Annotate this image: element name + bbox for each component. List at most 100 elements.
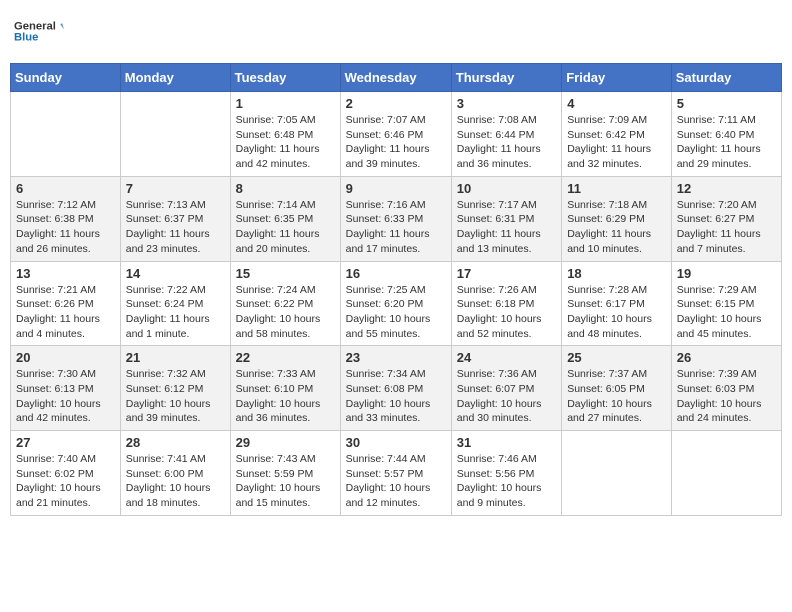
day-info: Sunrise: 7:33 AM Sunset: 6:10 PM Dayligh… [236,367,335,426]
logo: General Blue [14,10,64,55]
day-info: Sunrise: 7:21 AM Sunset: 6:26 PM Dayligh… [16,283,115,342]
day-info: Sunrise: 7:26 AM Sunset: 6:18 PM Dayligh… [457,283,556,342]
day-number: 9 [346,181,446,196]
day-number: 2 [346,96,446,111]
day-number: 17 [457,266,556,281]
day-info: Sunrise: 7:44 AM Sunset: 5:57 PM Dayligh… [346,452,446,511]
day-info: Sunrise: 7:46 AM Sunset: 5:56 PM Dayligh… [457,452,556,511]
calendar-body: 1 Sunrise: 7:05 AM Sunset: 6:48 PM Daylig… [11,92,782,516]
weekday-header-cell: Monday [120,64,230,92]
day-number: 30 [346,435,446,450]
day-number: 21 [126,350,225,365]
calendar-week-row: 27Sunrise: 7:40 AM Sunset: 6:02 PM Dayli… [11,431,782,516]
day-number: 31 [457,435,556,450]
day-info: Sunrise: 7:08 AM Sunset: 6:44 PM Dayligh… [457,113,556,172]
calendar-day-cell: 6 Sunrise: 7:12 AM Sunset: 6:38 PM Daylig… [11,176,121,261]
svg-text:Blue: Blue [14,32,38,44]
calendar-day-cell: 12Sunrise: 7:20 AM Sunset: 6:27 PM Dayli… [671,176,781,261]
day-info: Sunrise: 7:09 AM Sunset: 6:42 PM Dayligh… [567,113,666,172]
day-number: 14 [126,266,225,281]
day-info: Sunrise: 7:12 AM Sunset: 6:38 PM Dayligh… [16,198,115,257]
calendar-week-row: 1 Sunrise: 7:05 AM Sunset: 6:48 PM Daylig… [11,92,782,177]
day-number: 23 [346,350,446,365]
day-info: Sunrise: 7:14 AM Sunset: 6:35 PM Dayligh… [236,198,335,257]
weekday-header-cell: Saturday [671,64,781,92]
day-info: Sunrise: 7:39 AM Sunset: 6:03 PM Dayligh… [677,367,776,426]
calendar-day-cell: 19 Sunrise: 7:29 AM Sunset: 6:15 PM Dayli… [671,261,781,346]
day-info: Sunrise: 7:11 AM Sunset: 6:40 PM Dayligh… [677,113,776,172]
day-number: 6 [16,181,115,196]
day-info: Sunrise: 7:30 AM Sunset: 6:13 PM Dayligh… [16,367,115,426]
day-number: 24 [457,350,556,365]
day-info: Sunrise: 7:37 AM Sunset: 6:05 PM Dayligh… [567,367,666,426]
calendar-day-cell: 30 Sunrise: 7:44 AM Sunset: 5:57 PM Dayli… [340,431,451,516]
calendar-week-row: 13 Sunrise: 7:21 AM Sunset: 6:26 PM Dayli… [11,261,782,346]
weekday-header-row: SundayMondayTuesdayWednesdayThursdayFrid… [11,64,782,92]
day-number: 22 [236,350,335,365]
day-info: Sunrise: 7:40 AM Sunset: 6:02 PM Dayligh… [16,452,115,511]
day-number: 15 [236,266,335,281]
calendar-day-cell: 20 Sunrise: 7:30 AM Sunset: 6:13 PM Dayli… [11,346,121,431]
day-number: 3 [457,96,556,111]
calendar-day-cell: 1 Sunrise: 7:05 AM Sunset: 6:48 PM Daylig… [230,92,340,177]
calendar-week-row: 20 Sunrise: 7:30 AM Sunset: 6:13 PM Dayli… [11,346,782,431]
day-number: 5 [677,96,776,111]
day-number: 18 [567,266,666,281]
calendar-day-cell: 22 Sunrise: 7:33 AM Sunset: 6:10 PM Dayli… [230,346,340,431]
calendar-day-cell: 2 Sunrise: 7:07 AM Sunset: 6:46 PM Daylig… [340,92,451,177]
weekday-header-cell: Tuesday [230,64,340,92]
logo-svg: General Blue [14,10,64,55]
day-info: Sunrise: 7:16 AM Sunset: 6:33 PM Dayligh… [346,198,446,257]
day-number: 25 [567,350,666,365]
calendar-day-cell: 13 Sunrise: 7:21 AM Sunset: 6:26 PM Dayli… [11,261,121,346]
day-info: Sunrise: 7:41 AM Sunset: 6:00 PM Dayligh… [126,452,225,511]
calendar-day-cell [562,431,672,516]
weekday-header-cell: Wednesday [340,64,451,92]
calendar-day-cell: 28 Sunrise: 7:41 AM Sunset: 6:00 PM Dayli… [120,431,230,516]
day-number: 13 [16,266,115,281]
day-info: Sunrise: 7:36 AM Sunset: 6:07 PM Dayligh… [457,367,556,426]
calendar-day-cell: 16Sunrise: 7:25 AM Sunset: 6:20 PM Dayli… [340,261,451,346]
day-number: 19 [677,266,776,281]
day-number: 7 [126,181,225,196]
calendar-day-cell: 29 Sunrise: 7:43 AM Sunset: 5:59 PM Dayli… [230,431,340,516]
calendar-day-cell: 4 Sunrise: 7:09 AM Sunset: 6:42 PM Daylig… [562,92,672,177]
calendar-day-cell: 17 Sunrise: 7:26 AM Sunset: 6:18 PM Dayli… [451,261,561,346]
calendar-week-row: 6 Sunrise: 7:12 AM Sunset: 6:38 PM Daylig… [11,176,782,261]
calendar-day-cell: 11Sunrise: 7:18 AM Sunset: 6:29 PM Dayli… [562,176,672,261]
calendar-day-cell: 26 Sunrise: 7:39 AM Sunset: 6:03 PM Dayli… [671,346,781,431]
weekday-header-cell: Thursday [451,64,561,92]
calendar-day-cell: 14 Sunrise: 7:22 AM Sunset: 6:24 PM Dayli… [120,261,230,346]
day-info: Sunrise: 7:22 AM Sunset: 6:24 PM Dayligh… [126,283,225,342]
weekday-header-cell: Sunday [11,64,121,92]
calendar-day-cell: 7 Sunrise: 7:13 AM Sunset: 6:37 PM Daylig… [120,176,230,261]
day-info: Sunrise: 7:07 AM Sunset: 6:46 PM Dayligh… [346,113,446,172]
day-info: Sunrise: 7:32 AM Sunset: 6:12 PM Dayligh… [126,367,225,426]
svg-text:General: General [14,20,56,32]
weekday-header-cell: Friday [562,64,672,92]
calendar-day-cell: 18 Sunrise: 7:28 AM Sunset: 6:17 PM Dayli… [562,261,672,346]
page-header: General Blue [10,10,782,55]
calendar-day-cell: 15 Sunrise: 7:24 AM Sunset: 6:22 PM Dayli… [230,261,340,346]
calendar-day-cell: 8Sunrise: 7:14 AM Sunset: 6:35 PM Daylig… [230,176,340,261]
day-info: Sunrise: 7:05 AM Sunset: 6:48 PM Dayligh… [236,113,335,172]
day-number: 20 [16,350,115,365]
day-number: 26 [677,350,776,365]
day-info: Sunrise: 7:28 AM Sunset: 6:17 PM Dayligh… [567,283,666,342]
day-number: 4 [567,96,666,111]
day-number: 29 [236,435,335,450]
day-info: Sunrise: 7:13 AM Sunset: 6:37 PM Dayligh… [126,198,225,257]
day-info: Sunrise: 7:24 AM Sunset: 6:22 PM Dayligh… [236,283,335,342]
day-info: Sunrise: 7:29 AM Sunset: 6:15 PM Dayligh… [677,283,776,342]
calendar-day-cell: 24 Sunrise: 7:36 AM Sunset: 6:07 PM Dayli… [451,346,561,431]
calendar-day-cell: 21 Sunrise: 7:32 AM Sunset: 6:12 PM Dayli… [120,346,230,431]
day-number: 28 [126,435,225,450]
calendar-table: SundayMondayTuesdayWednesdayThursdayFrid… [10,63,782,516]
calendar-day-cell: 10Sunrise: 7:17 AM Sunset: 6:31 PM Dayli… [451,176,561,261]
day-number: 1 [236,96,335,111]
calendar-day-cell: 27Sunrise: 7:40 AM Sunset: 6:02 PM Dayli… [11,431,121,516]
calendar-day-cell: 9 Sunrise: 7:16 AM Sunset: 6:33 PM Daylig… [340,176,451,261]
calendar-day-cell: 25 Sunrise: 7:37 AM Sunset: 6:05 PM Dayli… [562,346,672,431]
day-info: Sunrise: 7:43 AM Sunset: 5:59 PM Dayligh… [236,452,335,511]
day-info: Sunrise: 7:25 AM Sunset: 6:20 PM Dayligh… [346,283,446,342]
